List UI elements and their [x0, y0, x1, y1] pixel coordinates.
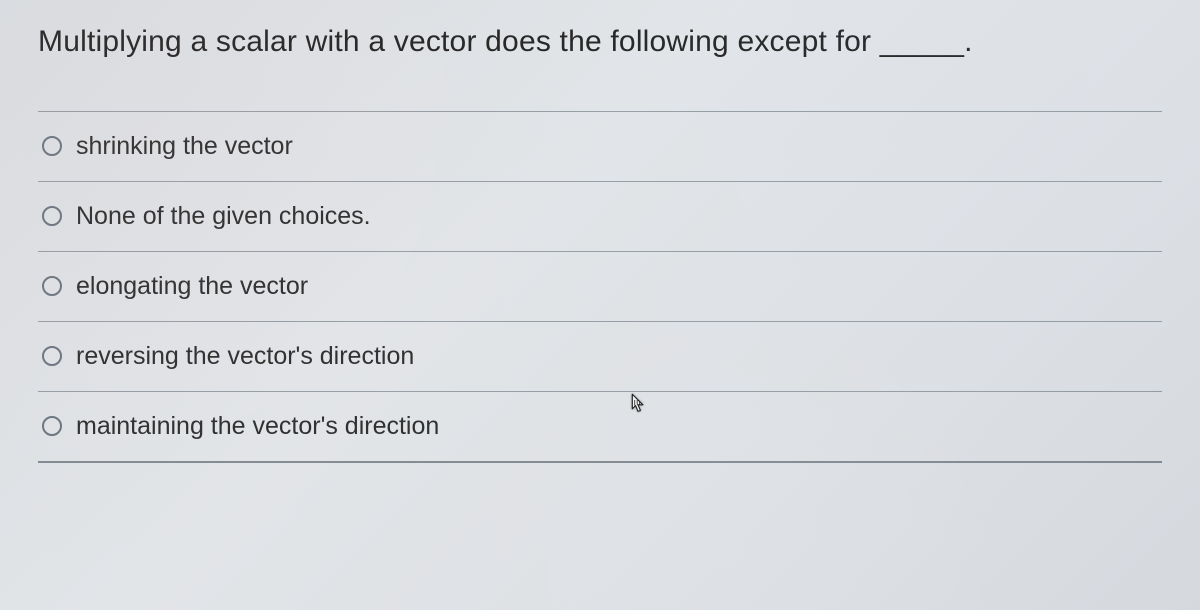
question-text: Multiplying a scalar with a vector does … [38, 22, 1162, 111]
option-label: None of the given choices. [76, 202, 371, 231]
option-row-shrinking[interactable]: shrinking the vector [38, 112, 1162, 182]
option-label: shrinking the vector [76, 132, 293, 161]
radio-icon[interactable] [42, 276, 62, 296]
option-row-elongating[interactable]: elongating the vector [38, 252, 1162, 322]
option-label: elongating the vector [76, 272, 308, 301]
option-row-reversing[interactable]: reversing the vector's direction [38, 322, 1162, 392]
quiz-question-block: Multiplying a scalar with a vector does … [0, 0, 1200, 463]
radio-icon[interactable] [42, 136, 62, 156]
radio-icon[interactable] [42, 206, 62, 226]
option-row-maintaining[interactable]: maintaining the vector's direction [38, 392, 1162, 463]
option-label: reversing the vector's direction [76, 342, 414, 371]
options-list: shrinking the vector None of the given c… [38, 111, 1162, 463]
radio-icon[interactable] [42, 346, 62, 366]
radio-icon[interactable] [42, 416, 62, 436]
option-label: maintaining the vector's direction [76, 412, 439, 441]
option-row-none[interactable]: None of the given choices. [38, 182, 1162, 252]
